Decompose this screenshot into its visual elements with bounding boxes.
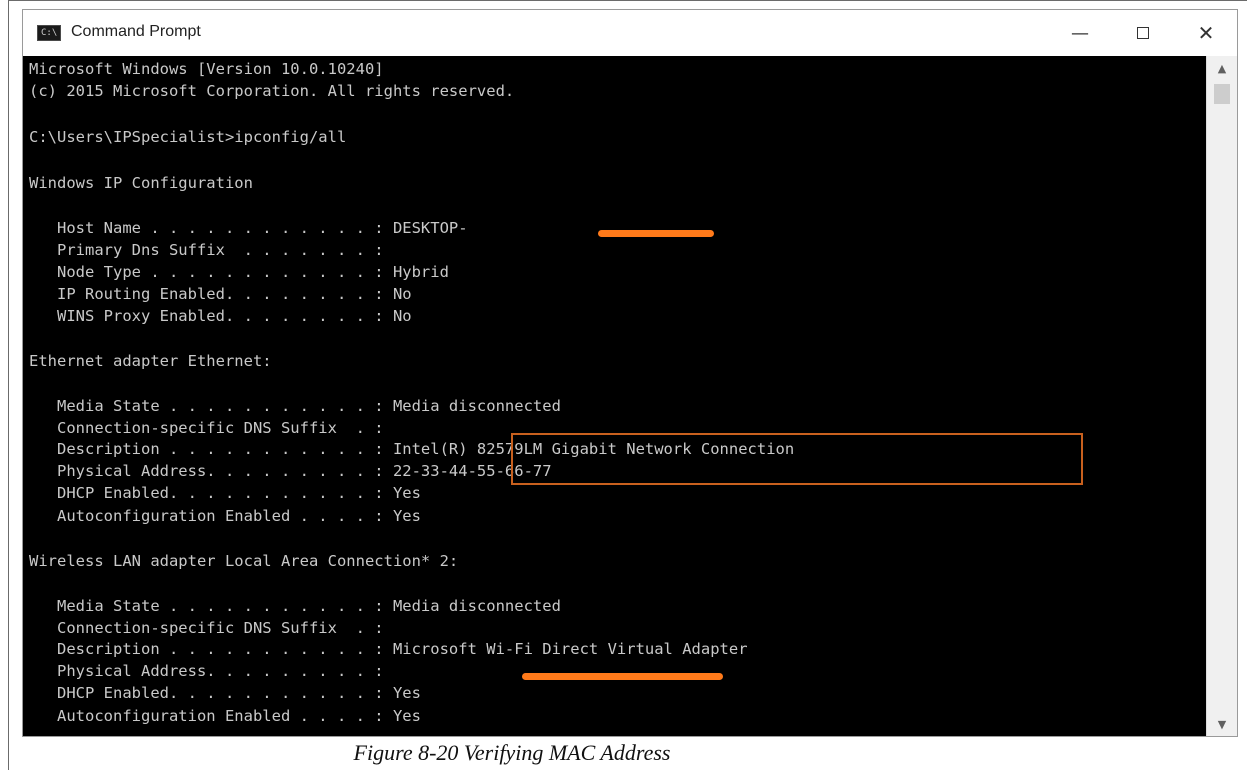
console-line: Autoconfiguration Enabled . . . . : Yes — [29, 707, 421, 725]
highlight-box — [511, 433, 1083, 485]
close-button[interactable]: ✕ — [1183, 10, 1229, 56]
console-line: DHCP Enabled. . . . . . . . . . . : Yes — [29, 684, 421, 702]
maximize-button[interactable] — [1120, 10, 1166, 56]
scroll-thumb[interactable] — [1214, 84, 1230, 104]
console-line: Wireless LAN adapter Local Area Connecti… — [29, 552, 459, 570]
console-line: Physical Address. . . . . . . . . : 22-3… — [29, 462, 552, 480]
mac-redaction — [522, 673, 723, 680]
window-title: Command Prompt — [71, 23, 201, 40]
hostname-redaction — [598, 230, 714, 237]
console-line: Description . . . . . . . . . . . : Micr… — [29, 640, 748, 658]
console-line: Autoconfiguration Enabled . . . . : Yes — [29, 507, 421, 525]
page-border-left — [8, 0, 9, 770]
cmd-icon[interactable]: C:\ — [37, 25, 61, 41]
title-bar[interactable]: C:\ Command Prompt — ✕ — [23, 10, 1237, 57]
minimize-icon: — — [1071, 22, 1089, 44]
console-line: Microsoft Windows [Version 10.0.10240] — [29, 60, 384, 78]
maximize-icon — [1137, 27, 1149, 39]
console-line: DHCP Enabled. . . . . . . . . . . : Yes — [29, 484, 421, 502]
scroll-down-icon[interactable]: ▼ — [1207, 714, 1237, 734]
command-prompt-window: C:\ Command Prompt — ✕ Microsoft Windows… — [22, 9, 1238, 737]
console-output[interactable]: Microsoft Windows [Version 10.0.10240] (… — [23, 56, 1209, 736]
console-line: WINS Proxy Enabled. . . . . . . . : No — [29, 307, 412, 325]
console-line: C:\Users\IPSpecialist>ipconfig/all — [29, 128, 347, 146]
cmd-icon-glyph: C:\ — [41, 28, 58, 38]
console-line: (c) 2015 Microsoft Corporation. All righ… — [29, 82, 515, 100]
console-line: Physical Address. . . . . . . . . : — [29, 662, 384, 680]
console-line: Media State . . . . . . . . . . . : Medi… — [29, 597, 561, 615]
console-line: Ethernet adapter Ethernet: — [29, 352, 272, 370]
console-line: Connection-specific DNS Suffix . : — [29, 419, 384, 437]
minimize-button[interactable]: — — [1057, 10, 1103, 56]
console-line: Connection-specific DNS Suffix . : — [29, 619, 384, 637]
figure-caption: Figure 8-20 Verifying MAC Address — [353, 740, 671, 765]
console-line: Node Type . . . . . . . . . . . . : Hybr… — [29, 263, 449, 281]
console-line: Windows IP Configuration — [29, 174, 253, 192]
scroll-up-icon[interactable]: ▲ — [1207, 58, 1237, 78]
console-line: Host Name . . . . . . . . . . . . : DESK… — [29, 219, 468, 237]
console-line: IP Routing Enabled. . . . . . . . : No — [29, 285, 412, 303]
page-border-top — [8, 0, 1247, 1]
close-icon: ✕ — [1197, 21, 1215, 45]
console-line: Media State . . . . . . . . . . . : Medi… — [29, 397, 561, 415]
vertical-scrollbar[interactable]: ▲ ▼ — [1206, 56, 1237, 736]
console-line: Primary Dns Suffix . . . . . . . : — [29, 241, 384, 259]
